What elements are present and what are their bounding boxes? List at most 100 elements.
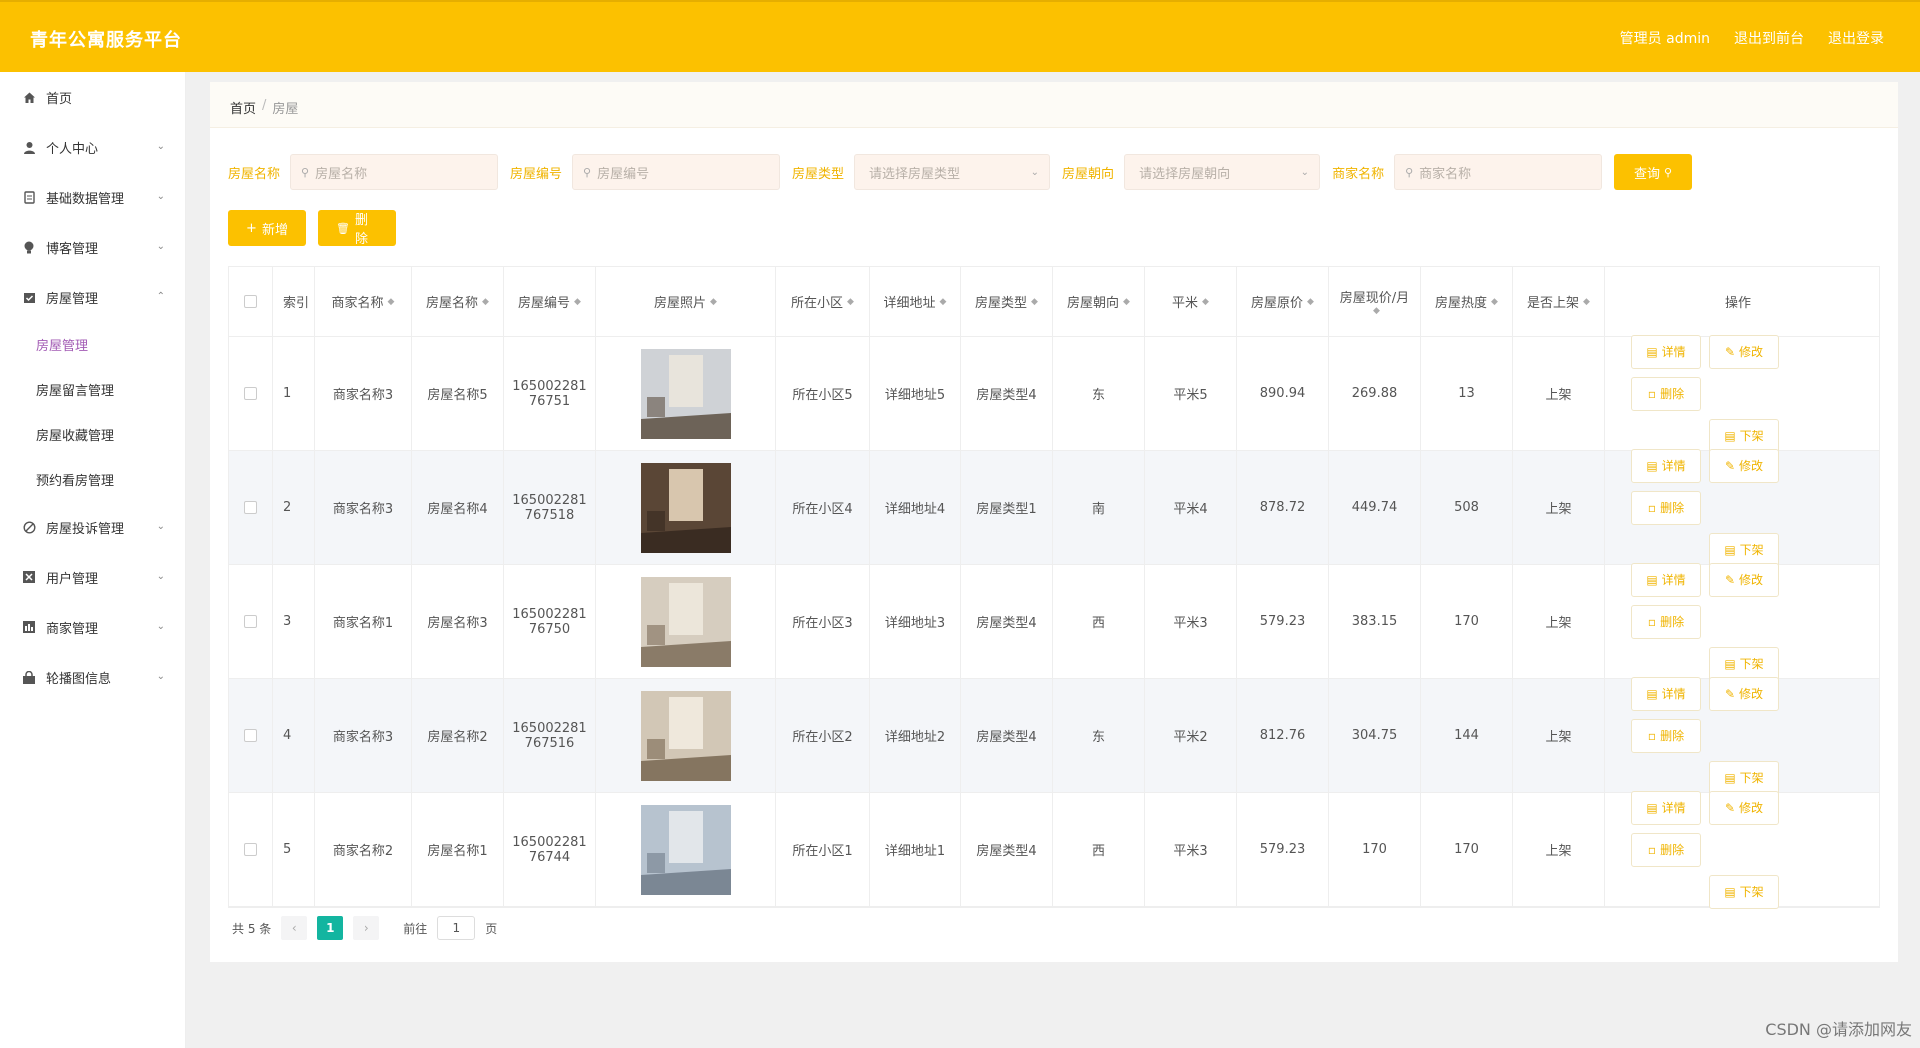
sidebar-item-complaints[interactable]: 房屋投诉管理 ⌄ — [0, 502, 185, 552]
cell-heat: 144 — [1421, 679, 1513, 792]
col-type[interactable]: 房屋类型 ◆ — [961, 267, 1053, 336]
sidebar-item-profile[interactable]: 个人中心 ⌄ — [0, 122, 185, 172]
row-checkbox[interactable] — [244, 387, 257, 400]
table-body: 1 商家名称3 房屋名称5 165002281 76751 所在小区5 详细地址5 房屋类型… — [229, 334, 1879, 909]
cell-merchant: 商家名称3 — [315, 337, 412, 450]
col-name[interactable]: 房屋名称 ◆ — [412, 267, 504, 336]
col-community[interactable]: 所在小区 ◆ — [776, 267, 870, 336]
edit-label: 修改 — [1739, 687, 1764, 701]
cell-index: 2 — [273, 451, 315, 564]
sidebar-item-base-data[interactable]: 基础数据管理 ⌄ — [0, 172, 185, 222]
house-photo[interactable] — [640, 462, 731, 553]
cell-code: 165002281 767516 — [504, 679, 596, 792]
house-name-placeholder: 房屋名称 — [315, 166, 368, 182]
col-original-price[interactable]: 房屋原价 ◆ — [1237, 267, 1329, 336]
row-actions: ▤ 详情 ✎ 修改 ▫ 删除 ▤ 下架 — [1623, 562, 1853, 681]
sidebar-item-label: 首页 — [46, 91, 73, 107]
col-address[interactable]: 详细地址 ◆ — [870, 267, 961, 336]
edit-button[interactable]: ✎ 修改 — [1709, 790, 1779, 825]
col-listed[interactable]: 是否上架 ◆ — [1513, 267, 1605, 336]
row-delete-button[interactable]: ▫ 删除 — [1631, 604, 1701, 639]
sidebar-item-users[interactable]: 用户管理 ⌄ — [0, 552, 185, 602]
goto-suffix: 页 — [485, 921, 498, 936]
cell-name: 房屋名称4 — [412, 451, 504, 564]
col-orientation[interactable]: 房屋朝向 ◆ — [1053, 267, 1145, 336]
goto-page-input[interactable]: 1 — [437, 916, 476, 940]
sidebar-subitem-viewing-appointments[interactable]: 预约看房管理 — [0, 457, 185, 502]
top-bar: 青年公寓服务平台 管理员 admin 退出到前台 退出登录 — [0, 0, 1920, 72]
edit-button[interactable]: ✎ 修改 — [1709, 334, 1779, 369]
select-all-checkbox[interactable] — [244, 295, 257, 308]
col-heat[interactable]: 房屋热度 ◆ — [1421, 267, 1513, 336]
add-button[interactable]: + 新增 — [228, 210, 306, 246]
row-delete-button[interactable]: ▫ 删除 — [1631, 376, 1701, 411]
detail-button[interactable]: ▤ 详情 — [1631, 448, 1701, 483]
house-orientation-select[interactable]: 请选择房屋朝向 ⌄ — [1124, 154, 1321, 190]
house-photo[interactable] — [640, 690, 731, 781]
col-photo[interactable]: 房屋照片 ◆ — [596, 267, 776, 336]
detail-button[interactable]: ▤ 详情 — [1631, 790, 1701, 825]
row-checkbox[interactable] — [244, 729, 257, 742]
row-checkbox[interactable] — [244, 615, 257, 628]
edit-button[interactable]: ✎ 修改 — [1709, 676, 1779, 711]
house-type-select[interactable]: 请选择房屋类型 ⌄ — [854, 154, 1051, 190]
row-checkbox[interactable] — [244, 843, 257, 856]
offline-button[interactable]: ▤ 下架 — [1709, 532, 1779, 567]
row-delete-button[interactable]: ▫ 删除 — [1631, 718, 1701, 753]
page-number[interactable]: 1 — [317, 916, 344, 940]
detail-button[interactable]: ▤ 详情 — [1631, 334, 1701, 369]
offline-button[interactable]: ▤ 下架 — [1709, 760, 1779, 795]
col-area[interactable]: 平米 ◆ — [1145, 267, 1237, 336]
offline-button[interactable]: ▤ 下架 — [1709, 646, 1779, 681]
house-photo[interactable] — [640, 348, 731, 439]
house-name-input[interactable]: ⚲ 房屋名称 — [290, 154, 499, 190]
sidebar: 首页 个人中心 ⌄ 基础数据管理 ⌄ 博客管理 ⌄ 房屋管理 ⌃ 房屋管理 房屋… — [0, 72, 186, 1048]
sidebar-item-house[interactable]: 房屋管理 ⌃ — [0, 272, 185, 322]
logout-link[interactable]: 退出登录 — [1828, 28, 1884, 48]
cell-area: 平米4 — [1145, 451, 1237, 564]
detail-label: 详情 — [1661, 345, 1686, 359]
cell-orientation: 西 — [1053, 565, 1145, 678]
col-current-price[interactable]: 房屋现价/月 ◆ — [1329, 267, 1421, 336]
row-checkbox[interactable] — [244, 501, 257, 514]
detail-button[interactable]: ▤ 详情 — [1631, 562, 1701, 597]
sort-icon: ◆ — [387, 296, 395, 307]
offline-button[interactable]: ▤ 下架 — [1709, 418, 1779, 453]
next-page-button[interactable]: › — [353, 916, 380, 940]
cell-community: 所在小区2 — [776, 679, 870, 792]
sort-icon: ◆ — [1123, 296, 1130, 307]
offline-button[interactable]: ▤ 下架 — [1709, 874, 1779, 909]
row-delete-label: 删除 — [1660, 729, 1685, 743]
house-code-input[interactable]: ⚲ 房屋编号 — [572, 154, 781, 190]
col-code[interactable]: 房屋编号 ◆ — [504, 267, 596, 336]
query-button[interactable]: 查询 ⚲ — [1614, 154, 1693, 190]
row-delete-button[interactable]: ▫ 删除 — [1631, 490, 1701, 525]
exit-to-front-link[interactable]: 退出到前台 — [1734, 28, 1804, 48]
delete-button[interactable]: 🗑 删除 — [318, 210, 396, 247]
sidebar-subitem-house-favorites[interactable]: 房屋收藏管理 — [0, 412, 185, 457]
edit-button[interactable]: ✎ 修改 — [1709, 448, 1779, 483]
detail-button[interactable]: ▤ 详情 — [1631, 676, 1701, 711]
cell-code: 165002281 76744 — [504, 793, 596, 906]
action-bar: + 新增 🗑 删除 — [228, 210, 396, 247]
cell-merchant: 商家名称2 — [315, 793, 412, 906]
sidebar-item-carousel[interactable]: 轮播图信息 ⌄ — [0, 652, 185, 702]
merchant-name-input[interactable]: ⚲ 商家名称 — [1394, 154, 1603, 190]
sidebar-item-blog[interactable]: 博客管理 ⌄ — [0, 222, 185, 272]
calendar-check-icon — [22, 290, 36, 304]
house-photo[interactable] — [640, 576, 731, 667]
cell-index: 3 — [273, 565, 315, 678]
sidebar-item-merchants[interactable]: 商家管理 ⌄ — [0, 602, 185, 652]
row-delete-button[interactable]: ▫ 删除 — [1631, 832, 1701, 867]
house-photo[interactable] — [640, 804, 731, 895]
breadcrumb-home[interactable]: 首页 — [230, 98, 256, 117]
prev-page-button[interactable]: ‹ — [281, 916, 308, 940]
offline-icon: ▤ — [1724, 542, 1736, 557]
col-merchant[interactable]: 商家名称 ◆ — [315, 267, 412, 336]
sidebar-item-home[interactable]: 首页 — [0, 72, 185, 122]
edit-button[interactable]: ✎ 修改 — [1709, 562, 1779, 597]
sidebar-subitem-house-manage[interactable]: 房屋管理 — [0, 322, 185, 367]
sidebar-subitem-house-messages[interactable]: 房屋留言管理 — [0, 367, 185, 412]
col-actions: 操作 — [1724, 296, 1751, 311]
lock-icon — [22, 670, 36, 684]
